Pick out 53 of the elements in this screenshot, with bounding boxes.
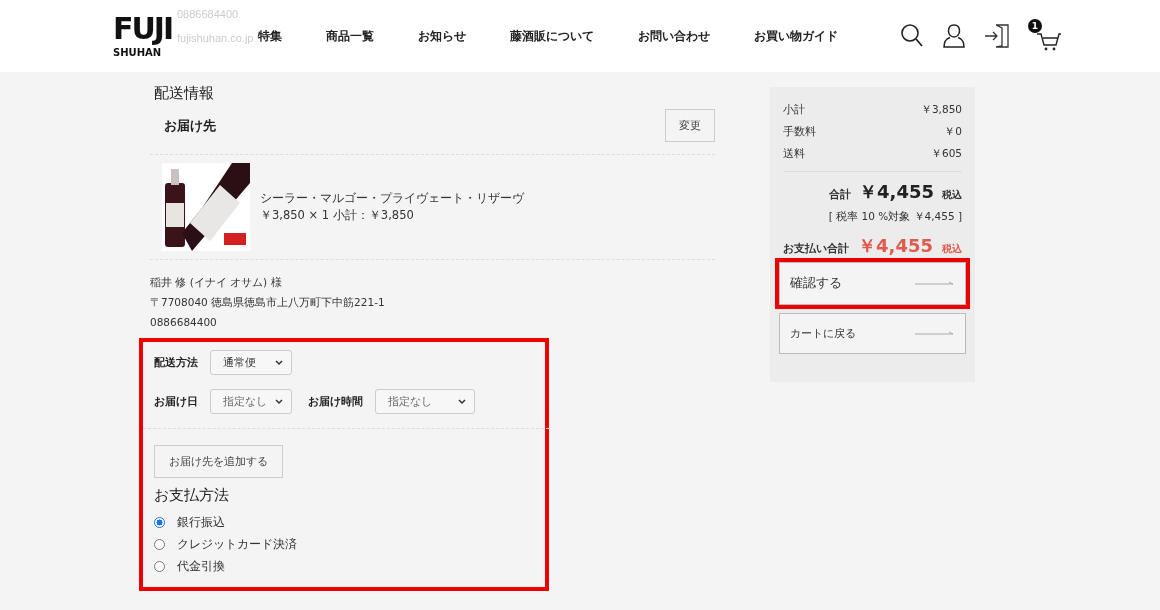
nav-link[interactable]: お問い合わせ [638, 27, 710, 45]
radio-button[interactable] [154, 560, 165, 572]
tax-included-label: 税込 [942, 188, 962, 202]
shipping-method-select[interactable]: 通常便 [210, 350, 292, 375]
product-name[interactable]: シーラー・マルゴー・プライヴェート・リザーヴ [260, 191, 524, 206]
payment-option[interactable]: クレジットカード決済 [154, 533, 297, 555]
nav-link[interactable]: お買い物ガイド [754, 27, 838, 45]
total-amount: ￥4,455 [859, 180, 934, 204]
nav-link[interactable]: 商品一覧 [326, 27, 374, 45]
action-button[interactable]: カートに戻る [779, 313, 966, 354]
cart-count-badge: 1 [1028, 19, 1042, 33]
delivery-date-select[interactable]: 指定なし [210, 389, 292, 414]
product-price: ￥3,850 × 1 小計：￥3,850 [260, 208, 415, 223]
summary-label: 小計 [783, 103, 805, 117]
change-button[interactable]: 変更 [665, 109, 715, 142]
nav-link[interactable]: お知らせ [418, 27, 466, 45]
field-label: お届け時間 [308, 394, 363, 409]
nav-link[interactable]: 特集 [258, 27, 282, 45]
user-icon[interactable] [942, 23, 966, 49]
radio-button[interactable] [154, 516, 165, 528]
payment-option[interactable]: 代金引換 [154, 555, 225, 577]
arrow-right-icon [915, 330, 955, 337]
payment-total-label: お支払い合計 [783, 242, 849, 256]
chevron-down-icon [458, 398, 466, 405]
arrow-right-icon [915, 280, 955, 287]
summary-label: 手数料 [783, 125, 816, 139]
radio-button[interactable] [154, 538, 165, 550]
address-line: 稲井 修 (イナイ オサム) 様 [150, 275, 283, 290]
field-label: 配送方法 [154, 355, 198, 370]
action-button[interactable]: 確認する [779, 262, 966, 305]
tax-included-label: 税込 [942, 242, 962, 256]
payment-option[interactable]: 銀行振込 [154, 511, 225, 533]
search-icon[interactable] [900, 23, 924, 49]
summary-value: ￥605 [930, 147, 962, 161]
chevron-down-icon [275, 359, 283, 366]
field-label: お届け日 [154, 394, 198, 409]
address-line: 0886684400 [150, 315, 218, 330]
summary-value: ￥3,850 [920, 103, 962, 117]
delivery-time-select[interactable]: 指定なし [375, 389, 475, 414]
payment-total-amount: ￥4,455 [858, 234, 933, 258]
address-line: 〒7708040 徳島県徳島市上八万町下中筋221-1 [150, 295, 386, 310]
logo[interactable]: FUJI SHUHAN [113, 12, 171, 58]
tax-note: [ 税率 10 %対象 ￥4,455 ] [828, 210, 962, 224]
summary-label: 送料 [783, 147, 805, 161]
add-destination-button[interactable]: お届け先を追加する [154, 445, 283, 478]
total-label: 合計 [829, 188, 852, 202]
section-title: お支払方法 [154, 486, 230, 505]
page-title: 配送情報 [154, 84, 215, 103]
nav-link[interactable]: 藤酒販について [510, 27, 594, 45]
login-icon[interactable] [984, 23, 1010, 49]
chevron-down-icon [275, 398, 283, 405]
summary-value: ￥0 [944, 125, 962, 139]
section-title: お届け先 [164, 116, 216, 135]
